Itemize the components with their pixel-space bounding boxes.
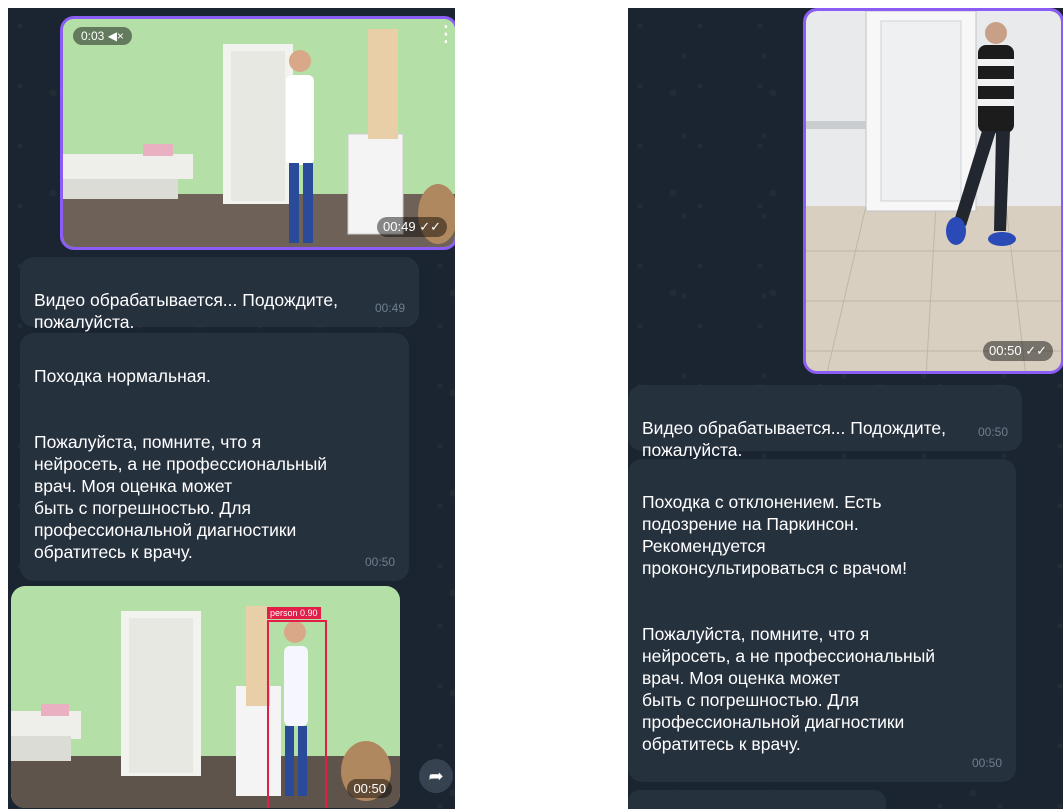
message-time: 00:50: [977, 425, 1008, 439]
message-text: Видео обрабатывается... Подождите, пожал…: [34, 290, 339, 332]
video-time-text: 00:50: [353, 781, 386, 796]
next-message-partial: [628, 790, 886, 809]
video-time-text: 00:50: [989, 343, 1022, 358]
person-detection-box: person 0.90: [267, 607, 327, 808]
mute-icon[interactable]: ◀×: [108, 29, 124, 43]
double-check-icon: ✓✓: [1025, 343, 1047, 358]
message-time: 00:50: [364, 555, 395, 569]
bot-message-result: Походка нормальная. Пожалуйста, помните,…: [20, 333, 409, 581]
detection-label: person 0.90: [267, 607, 321, 619]
bot-message-processing: Видео обрабатывается... Подождите, пожал…: [20, 257, 419, 332]
video-timestamp: 00:50 ✓✓: [983, 341, 1053, 361]
video-timestamp: 00:50: [347, 779, 392, 798]
more-options-icon[interactable]: ⋮: [435, 23, 455, 45]
received-video-message[interactable]: person 0.90 00:50: [11, 586, 400, 808]
video-duration-badge: 0:03 ◀×: [73, 27, 132, 45]
video-thumbnail: [806, 11, 1061, 371]
message-text: Походка нормальная. Пожалуйста, помните,…: [34, 366, 328, 562]
share-icon[interactable]: ➦: [419, 759, 453, 793]
chat-screen-left: 0:03 ◀× ⋮ 00:49 ✓✓ Видео обрабатывается.…: [8, 8, 455, 809]
message-time: 00:49: [374, 301, 405, 315]
sent-video-message[interactable]: 0:03 ◀× ⋮ 00:49 ✓✓: [60, 16, 455, 250]
video-time-text: 00:49: [383, 219, 416, 234]
bot-message-result: Походка с отклонением. Есть подозрение н…: [628, 459, 1016, 782]
chat-screen-right: 00:50 ✓✓ Видео обрабатывается... Подожди…: [628, 8, 1063, 809]
message-text: Видео обрабатывается... Подождите, пожал…: [642, 418, 947, 460]
video-thumbnail: [63, 19, 455, 247]
video-thumbnail: [11, 586, 400, 808]
bot-message-processing: Видео обрабатывается... Подождите, пожал…: [628, 385, 1022, 460]
video-timestamp: 00:49 ✓✓: [377, 217, 447, 237]
message-text: Походка с отклонением. Есть подозрение н…: [642, 492, 936, 754]
video-duration: 0:03: [81, 29, 105, 43]
double-check-icon: ✓✓: [419, 219, 441, 234]
sent-video-message[interactable]: 00:50 ✓✓: [803, 8, 1063, 374]
message-time: 00:50: [971, 756, 1002, 770]
